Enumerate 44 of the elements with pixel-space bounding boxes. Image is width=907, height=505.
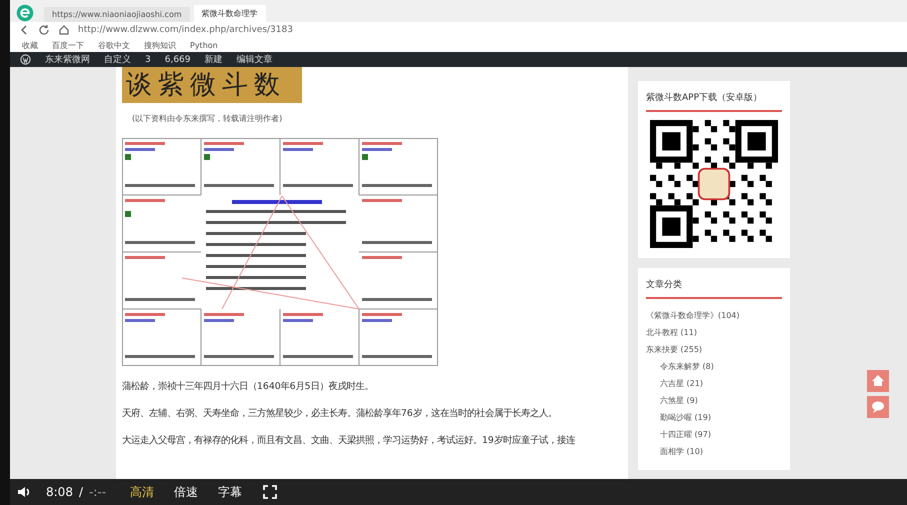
home-icon[interactable] [58, 24, 70, 36]
player-option[interactable]: 字幕 [218, 484, 242, 500]
category-link[interactable]: 东来抉要 (255) [646, 341, 782, 358]
browser-tab[interactable]: https://www.niaoniaojiaoshi.com [44, 7, 190, 22]
fullscreen-icon[interactable] [262, 484, 278, 500]
reload-icon[interactable] [38, 24, 50, 36]
bookmark-link[interactable]: 搜狗知识 [144, 40, 176, 50]
time-separator: / [78, 485, 83, 499]
bookmark-link[interactable]: 百度一下 [52, 40, 84, 50]
player-option[interactable]: 倍速 [174, 484, 198, 500]
article-paragraph: 大运走入父母宫，有禄存的化科，而且有文昌、文曲、天梁拱照，学习运势好，考试运好。19岁时应童子试，接连 [122, 434, 575, 447]
edit-post-link[interactable]: 编辑文章 [236, 53, 272, 66]
qr-code-icon [650, 120, 778, 248]
category-link[interactable]: 面相学 (10) [646, 443, 782, 460]
customize-link[interactable]: 自定义 [104, 53, 131, 66]
category-link[interactable]: 十四正曜 (97) [646, 426, 782, 443]
category-link[interactable]: 令东来解梦 (8) [646, 358, 782, 375]
bookmark-link[interactable]: Python [190, 40, 218, 50]
updates-count[interactable]: 3 [145, 54, 151, 64]
home-icon[interactable] [867, 370, 889, 392]
comments-count[interactable]: 6,669 [164, 54, 190, 64]
category-link[interactable]: 北斗教程 (11) [646, 324, 782, 341]
category-link[interactable]: 勤喝沙喔 (19) [646, 409, 782, 426]
category-link[interactable]: 《紫微斗数命理学》(104) [646, 307, 782, 324]
app-download-title: 紫微斗数APP下载（安卓版） [646, 91, 782, 112]
current-time: 8:08 [46, 485, 73, 499]
bookmark-link[interactable]: 谷歌中文 [98, 40, 130, 50]
browser-tab[interactable]: 紫微斗数命理学 [194, 5, 266, 22]
chat-icon[interactable] [867, 396, 889, 418]
category-link[interactable]: 六煞星 (9) [646, 392, 782, 409]
category-link[interactable]: 六吉星 (21) [646, 375, 782, 392]
bookmark-link[interactable]: 收藏 [22, 40, 38, 50]
site-link[interactable]: 东来紫微网 [45, 53, 90, 66]
browser-logo-icon [16, 4, 34, 22]
article-paragraph: 天府、左辅、右弼、天寿坐命，三方煞星较少，必主长寿。蒲松龄享年76岁，这在当时的社会属于长寿之人。 [122, 407, 557, 420]
article-paragraph: 蒲松龄，崇祯十三年四月十六日（1640年6月5日）夜戌时生。 [122, 380, 374, 393]
new-link[interactable]: 新建 [204, 53, 222, 66]
categories-title: 文章分类 [646, 278, 782, 299]
volume-icon[interactable] [16, 484, 32, 500]
duration: -:-- [89, 485, 106, 499]
calligraphy-banner: 谈紫微斗数 [122, 67, 302, 103]
player-option[interactable]: 高清 [130, 484, 154, 500]
address-field[interactable]: http://www.dlzww.com/index.php/archives/3183 [78, 25, 293, 35]
author-note: (以下资料由令东来撰写，转载请注明作者) [132, 113, 284, 124]
